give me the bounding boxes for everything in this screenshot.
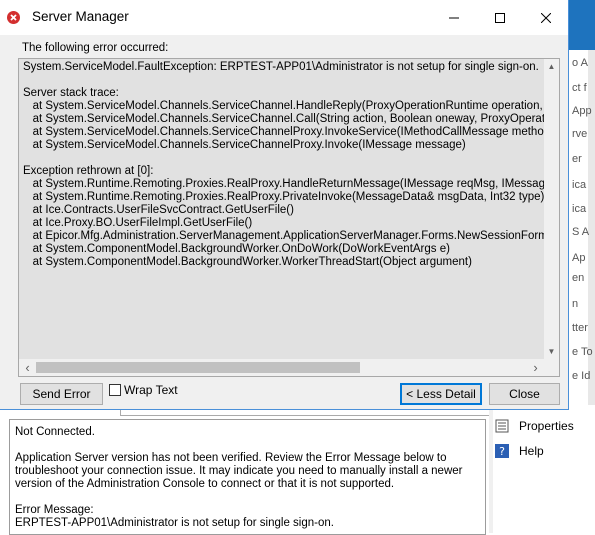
trace-line <box>23 152 547 165</box>
dialog-title: Server Manager <box>32 9 129 24</box>
error-icon <box>7 11 20 24</box>
status-description-line: version of the Administration Console to… <box>15 478 395 490</box>
connection-status-panel: Not Connected. Application Server versio… <box>9 419 486 535</box>
trace-line: at System.Runtime.Remoting.Proxies.RealP… <box>23 178 547 190</box>
error-details-text: System.ServiceModel.FaultException: ERPT… <box>23 61 547 355</box>
trace-line <box>23 74 547 87</box>
checkbox-box[interactable] <box>109 384 121 396</box>
background-header-strip <box>568 0 595 50</box>
actions-panel: Properties ? Help <box>489 410 574 533</box>
background-text: n <box>572 298 579 310</box>
dialog-titlebar[interactable]: Server Manager <box>0 0 568 35</box>
help-icon: ? <box>495 444 509 458</box>
close-button[interactable]: Close <box>489 383 560 405</box>
less-detail-button[interactable]: < Less Detail <box>400 383 482 405</box>
trace-line: at System.ComponentModel.BackgroundWorke… <box>23 243 450 255</box>
close-window-button[interactable] <box>523 0 569 35</box>
background-window-edge: o A ct f App rve er ica ica S A Ap en n … <box>568 0 595 533</box>
background-text: App <box>572 105 592 117</box>
background-text: ica <box>572 179 587 191</box>
trace-line: at System.ComponentModel.BackgroundWorke… <box>23 256 472 268</box>
trace-line: at System.ServiceModel.Channels.ServiceC… <box>23 100 547 112</box>
background-text: ct f <box>572 82 587 94</box>
scroll-left-icon[interactable]: ‹ <box>19 359 36 376</box>
background-text: en <box>572 272 585 284</box>
status-description-line: troubleshoot your connection issue. It m… <box>15 465 463 477</box>
error-message-heading: Error Message: <box>15 504 94 516</box>
error-label: The following error occurred: <box>22 42 169 54</box>
scroll-right-icon[interactable]: › <box>527 359 544 376</box>
wrap-text-checkbox[interactable]: Wrap Text <box>109 383 178 397</box>
trace-line: at System.Runtime.Remoting.Proxies.RealP… <box>23 191 545 203</box>
background-text: er <box>572 153 582 165</box>
background-text: o A <box>572 57 588 69</box>
scrollbar-corner <box>544 359 559 376</box>
scroll-up-icon[interactable]: ▲ <box>544 59 559 74</box>
horizontal-scroll-thumb[interactable] <box>36 362 360 373</box>
background-text: S A <box>572 226 590 238</box>
maximize-button[interactable] <box>477 0 523 35</box>
maximize-icon <box>495 12 505 23</box>
properties-icon <box>495 419 509 433</box>
trace-line: Exception rethrown at [0]: <box>23 165 154 177</box>
trace-line: at System.ServiceModel.Channels.ServiceC… <box>23 139 466 151</box>
send-error-button[interactable]: Send Error <box>20 383 103 405</box>
status-description-line: Application Server version has not been … <box>15 452 447 464</box>
actions-panel-scrollbar[interactable] <box>489 410 493 533</box>
horizontal-scrollbar[interactable]: ‹ › <box>19 359 544 376</box>
vertical-scrollbar[interactable]: ▲ ▼ <box>544 59 559 359</box>
background-text: Ap <box>572 252 586 264</box>
minimize-button[interactable] <box>431 0 477 35</box>
minimize-icon <box>449 17 459 18</box>
svg-text:?: ? <box>499 445 505 458</box>
background-text: e Id <box>572 370 591 382</box>
help-label: Help <box>519 444 544 458</box>
scroll-down-icon[interactable]: ▼ <box>544 344 559 359</box>
status-text: Not Connected. <box>15 426 95 438</box>
background-text: ica <box>572 203 587 215</box>
trace-line: System.ServiceModel.FaultException: ERPT… <box>23 61 539 73</box>
trace-line: at System.ServiceModel.Channels.ServiceC… <box>23 126 547 138</box>
trace-line: at System.ServiceModel.Channels.ServiceC… <box>23 113 547 125</box>
trace-line: at Ice.Proxy.BO.UserFileImpl.GetUserFile… <box>23 217 253 229</box>
properties-action[interactable]: Properties <box>495 416 574 436</box>
trace-line: Server stack trace: <box>23 87 119 99</box>
background-text: tter <box>572 322 588 334</box>
background-text: e To <box>572 346 593 358</box>
error-dialog: Server Manager The following error occur… <box>0 0 569 410</box>
properties-label: Properties <box>519 419 574 433</box>
trace-line: at Ice.Contracts.UserFileSvcContract.Get… <box>23 204 294 216</box>
wrap-text-label: Wrap Text <box>124 383 178 397</box>
help-action[interactable]: ? Help <box>495 441 544 461</box>
close-icon <box>541 12 551 23</box>
trace-line: at Epicor.Mfg.Administration.ServerManag… <box>23 230 547 242</box>
error-details-textbox[interactable]: System.ServiceModel.FaultException: ERPT… <box>18 58 560 377</box>
error-message-text: ERPTEST-APP01\Administrator is not setup… <box>15 517 334 529</box>
background-text: rve <box>572 128 588 140</box>
